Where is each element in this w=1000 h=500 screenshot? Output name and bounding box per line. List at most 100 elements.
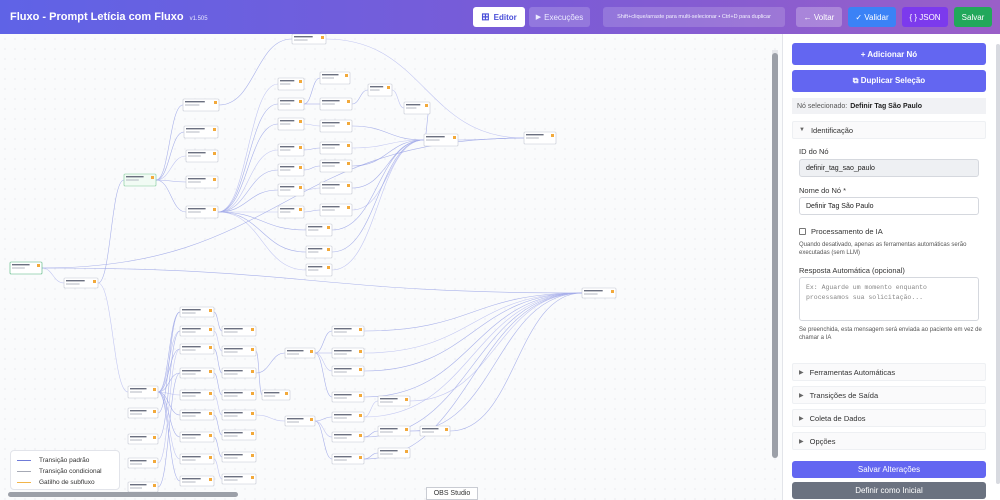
flow-node[interactable] [319, 71, 351, 85]
flow-node[interactable] [179, 343, 215, 355]
flow-edge[interactable] [314, 416, 333, 422]
flow-node[interactable] [277, 163, 305, 177]
flow-edge[interactable] [351, 125, 425, 141]
flow-edge[interactable] [363, 292, 583, 398]
flow-edge[interactable] [303, 209, 321, 213]
flow-node[interactable] [277, 117, 305, 131]
flow-node[interactable] [63, 277, 99, 289]
section-ferramentas-automaticas[interactable]: ▶ Ferramentas Automáticas [792, 363, 986, 381]
flow-edge[interactable] [255, 352, 286, 374]
flow-edge[interactable] [97, 179, 125, 284]
flow-edge[interactable] [303, 147, 321, 151]
flow-edge[interactable] [409, 292, 583, 402]
taskbar-obs-studio[interactable]: OBS Studio [426, 487, 478, 500]
node-name-field[interactable]: Definir Tag São Paulo [799, 197, 979, 215]
flow-edge[interactable] [314, 330, 333, 354]
validar-button[interactable]: ✓ Validar [848, 7, 896, 27]
flow-edge[interactable] [217, 83, 279, 213]
flow-edge[interactable] [314, 420, 333, 460]
flow-node[interactable] [179, 409, 215, 421]
flow-node[interactable] [127, 481, 159, 493]
flow-node[interactable] [221, 451, 257, 463]
flow-edge[interactable] [213, 372, 223, 396]
save-changes-button[interactable]: Salvar Alterações [792, 461, 986, 478]
flow-node[interactable] [221, 429, 257, 441]
flow-edge[interactable] [351, 89, 369, 105]
flow-node[interactable] [331, 431, 365, 443]
flow-node[interactable] [319, 203, 353, 217]
flow-node[interactable] [179, 306, 215, 318]
flow-node[interactable] [291, 34, 327, 45]
flow-node[interactable] [221, 345, 257, 357]
flow-edge[interactable] [314, 352, 333, 398]
canvas-hscroll-thumb[interactable] [8, 492, 238, 497]
flow-node[interactable] [331, 347, 365, 359]
flow-node[interactable] [179, 325, 215, 337]
flow-node[interactable] [261, 389, 291, 401]
flow-edge[interactable] [157, 330, 181, 440]
auto-response-textarea[interactable]: Ex: Aguarde um momento enquanto processa… [799, 277, 979, 321]
flow-edge[interactable] [213, 311, 223, 332]
json-button[interactable]: { } JSON [902, 7, 948, 27]
flow-node[interactable] [377, 425, 411, 437]
flow-node[interactable] [305, 223, 333, 237]
flow-edge[interactable] [97, 282, 129, 393]
flow-node[interactable] [319, 119, 353, 133]
flow-node[interactable] [403, 101, 431, 115]
flow-node[interactable] [277, 77, 305, 91]
flow-node[interactable] [185, 175, 219, 189]
flow-node[interactable] [277, 143, 305, 157]
flow-node[interactable] [221, 473, 257, 485]
flow-edge[interactable] [213, 394, 223, 416]
flow-edge[interactable] [255, 414, 286, 422]
flow-node[interactable] [221, 409, 257, 421]
flow-node[interactable] [305, 245, 333, 259]
voltar-button[interactable]: ← Voltar [796, 7, 842, 27]
flow-canvas[interactable] [0, 34, 782, 500]
flow-edge[interactable] [155, 179, 187, 213]
flow-node[interactable] [127, 457, 159, 469]
flow-node[interactable] [277, 205, 305, 219]
flow-node[interactable] [179, 475, 215, 487]
ia-processing-checkbox[interactable] [799, 228, 806, 235]
section-coleta-dados[interactable]: ▶ Coleta de Dados [792, 409, 986, 427]
flow-node[interactable] [319, 159, 353, 173]
section-opcoes[interactable]: ▶ Opções [792, 432, 986, 450]
flow-edge[interactable] [331, 139, 425, 253]
flow-node[interactable] [277, 97, 305, 111]
flow-node[interactable] [331, 325, 365, 337]
flow-node[interactable] [185, 149, 219, 163]
flow-edge[interactable] [363, 292, 583, 354]
flow-edge[interactable] [41, 137, 525, 269]
flow-node[interactable] [319, 97, 353, 111]
flow-edge[interactable] [351, 139, 425, 211]
flow-edge[interactable] [157, 311, 181, 414]
set-initial-button[interactable]: Definir como Inicial [792, 482, 986, 499]
duplicate-selection-button[interactable]: ⧉ Duplicar Seleção [792, 70, 986, 92]
flow-edge[interactable] [303, 187, 321, 191]
tab-execucoes[interactable]: ▶ Execuções [529, 7, 590, 27]
flow-edge[interactable] [213, 330, 223, 352]
flow-node[interactable] [305, 263, 333, 277]
flow-graph[interactable] [0, 34, 782, 500]
flow-node[interactable] [9, 261, 43, 275]
flow-edge[interactable] [155, 104, 184, 181]
flow-edge[interactable] [325, 38, 525, 139]
flow-edge[interactable] [303, 123, 321, 127]
flow-node[interactable] [319, 181, 353, 195]
add-node-button[interactable]: + Adicionar Nó [792, 43, 986, 65]
flow-edge[interactable] [157, 348, 181, 464]
flow-node[interactable] [127, 385, 159, 399]
flow-node[interactable] [179, 367, 215, 379]
flow-edge[interactable] [217, 149, 279, 213]
flow-node[interactable] [221, 389, 257, 401]
flow-node[interactable] [581, 287, 617, 299]
flow-edge[interactable] [217, 123, 279, 213]
flow-node[interactable] [377, 395, 411, 407]
section-transicoes-saida[interactable]: ▶ Transições de Saída [792, 386, 986, 404]
flow-edge[interactable] [41, 267, 65, 284]
flow-node[interactable] [127, 407, 159, 419]
flow-node[interactable] [221, 325, 257, 337]
flow-edge[interactable] [303, 77, 321, 105]
flow-node[interactable] [183, 125, 219, 139]
